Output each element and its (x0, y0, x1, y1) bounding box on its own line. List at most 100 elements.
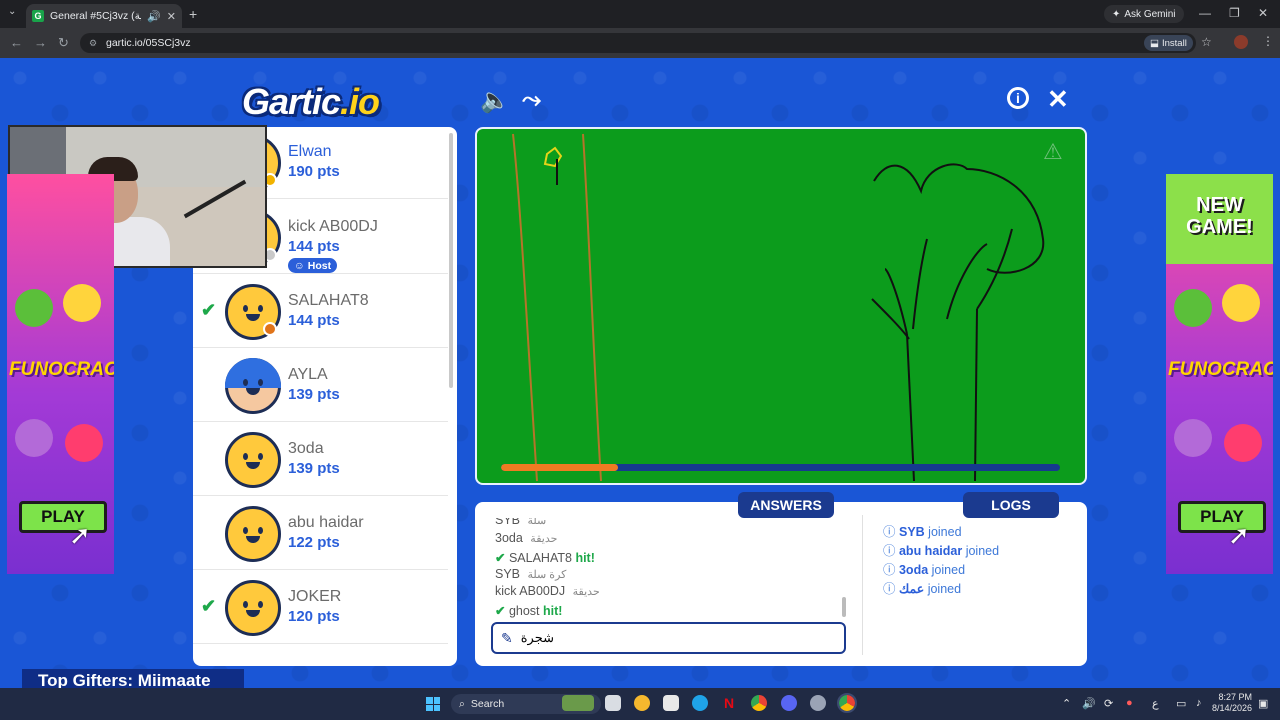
ad-right-headline: NEW GAME! (1186, 194, 1253, 238)
answer-user: SALAHAT8 (508, 551, 572, 565)
answer-user: 3oda (495, 531, 523, 545)
ad-left-play-button[interactable]: PLAY (19, 501, 107, 533)
new-tab-icon[interactable]: + (189, 6, 197, 22)
player-row[interactable]: AYLA 139 pts (193, 349, 448, 422)
ask-gemini-label: Ask Gemini (1124, 8, 1176, 20)
player-name: Elwan (288, 143, 332, 160)
widgets-icon[interactable] (562, 695, 594, 711)
log-text: joined (928, 525, 962, 539)
restore-icon[interactable]: ❐ (1229, 6, 1240, 20)
site-info-icon[interactable]: ⚙ (89, 38, 97, 49)
player-name: SALAHAT8 (288, 292, 369, 309)
edge-icon[interactable] (692, 695, 708, 711)
face-icon (1222, 284, 1260, 322)
tray-sync-icon[interactable]: ⟳ (1104, 697, 1113, 710)
discord-icon[interactable] (781, 695, 797, 711)
file-explorer-icon[interactable] (634, 695, 650, 711)
answer-input-box[interactable]: ✎ (491, 622, 846, 654)
info-circle-icon: ⓘ (883, 582, 899, 596)
bearded-face-icon (15, 419, 53, 457)
angry-face-icon (65, 424, 103, 462)
bookmark-star-icon[interactable]: ☆ (1201, 35, 1212, 49)
forward-icon[interactable]: → (34, 35, 47, 50)
gemini-spark-icon: ✦ (1112, 8, 1121, 20)
pencil-icon: ✎ (501, 629, 513, 646)
close-game-icon[interactable]: ✕ (1047, 84, 1069, 115)
chrome-icon[interactable] (751, 695, 767, 711)
thumbs-up-icon (1174, 289, 1212, 327)
back-icon[interactable]: ← (10, 35, 23, 50)
answer-text: حديقة (530, 533, 558, 545)
player-list-scrollbar[interactable] (449, 133, 453, 388)
chrome-active-icon[interactable] (837, 693, 857, 713)
answer-item: 3oda حديقة (495, 531, 557, 545)
ask-gemini-button[interactable]: ✦ Ask Gemini (1104, 5, 1184, 23)
netflix-icon[interactable]: N (721, 695, 737, 711)
ad-right-play-button[interactable]: PLAY (1178, 501, 1266, 533)
answer-text: hit! (543, 604, 563, 618)
share-icon[interactable]: ⤳ (522, 86, 541, 114)
ad-left-brand: FUNOCRACY (9, 359, 114, 380)
tray-speaker-icon[interactable]: ♪ (1196, 697, 1202, 709)
more-menu-icon[interactable]: ⋮ (1262, 34, 1274, 48)
tab-search-icon[interactable]: ⌄ (8, 6, 16, 17)
address-bar[interactable]: ⚙ gartic.io/05SCj3vz (80, 33, 1196, 53)
tray-volume-icon[interactable]: 🔊 (1082, 697, 1096, 710)
player-row[interactable]: abu haidar 122 pts (193, 497, 448, 570)
ad-left[interactable]: FUNOCRACY PLAY ➚ (7, 174, 114, 574)
player-avatar (225, 358, 281, 414)
report-warning-icon[interactable]: ⚠ (1043, 139, 1063, 165)
answer-item: kick AB00DJ حديقة (495, 584, 600, 598)
answer-user: SYB (495, 567, 521, 581)
tray-language[interactable]: ع (1152, 697, 1159, 710)
close-tab-icon[interactable]: ✕ (167, 10, 176, 23)
windows-start-icon[interactable] (426, 697, 440, 711)
host-icon: ☺ (294, 259, 305, 272)
log-user: SYB (898, 525, 925, 539)
minimize-icon[interactable]: — (1199, 6, 1211, 20)
tray-mic-icon[interactable]: ● (1126, 697, 1133, 709)
answer-item: ✔ ghost hit! (495, 603, 562, 618)
app-icon[interactable] (810, 695, 826, 711)
ad-right[interactable]: NEW GAME! FUNOCRACY PLAY ➚ (1166, 174, 1273, 574)
info-circle-icon: ⓘ (883, 525, 899, 539)
round-timer-fill (501, 464, 619, 471)
browser-tab[interactable]: G General #5Cj3vz (العربية) - G 🔊 ✕ (26, 4, 182, 28)
sound-icon[interactable]: 🔈 (480, 86, 510, 115)
audio-playing-icon[interactable]: 🔊 (147, 10, 161, 23)
reload-icon[interactable]: ↻ (58, 35, 69, 51)
player-row[interactable]: ✔ JOKER 120 pts (193, 571, 448, 644)
info-circle-icon: ⓘ (883, 563, 899, 577)
taskbar-clock[interactable]: 8:27 PM 8/14/2026 (1212, 692, 1252, 714)
answer-input[interactable] (520, 630, 844, 646)
close-window-icon[interactable]: ✕ (1258, 6, 1268, 20)
drawing-canvas[interactable] (475, 127, 1087, 485)
tab-answers[interactable]: ANSWERS (738, 492, 834, 518)
info-circle-icon: ⓘ (883, 544, 899, 558)
guessed-check-icon: ✔ (201, 596, 217, 616)
store-icon[interactable] (663, 695, 679, 711)
player-row[interactable]: 3oda 139 pts (193, 423, 448, 496)
gartic-favicon-icon: G (32, 10, 44, 22)
answers-scrollbar[interactable] (842, 597, 846, 617)
info-icon[interactable]: i (1007, 87, 1029, 109)
log-item: ⓘ عمك joined (883, 578, 961, 597)
task-view-icon[interactable] (605, 695, 621, 711)
tray-chevron-icon[interactable]: ⌃ (1062, 697, 1071, 710)
tab-logs[interactable]: LOGS (963, 492, 1059, 518)
tray-network-icon[interactable]: ▭ (1176, 697, 1186, 710)
player-avatar (225, 506, 281, 562)
clock-time: 8:27 PM (1218, 692, 1253, 702)
install-icon: ⬓ (1150, 37, 1159, 49)
log-item: ⓘ SYB joined (883, 521, 962, 540)
answer-user: ghost (508, 604, 540, 618)
install-button[interactable]: ⬓ Install (1144, 35, 1193, 51)
player-avatar (225, 580, 281, 636)
answer-text: حديقة (572, 586, 600, 598)
log-item: ⓘ 3oda joined (883, 559, 965, 578)
url-text: gartic.io/05SCj3vz (106, 37, 191, 49)
notification-icon[interactable]: ▣ (1258, 697, 1268, 710)
bearded-face-icon (1174, 419, 1212, 457)
profile-avatar[interactable] (1234, 35, 1248, 49)
player-row[interactable]: ✔ SALAHAT8 144 pts (193, 275, 448, 348)
